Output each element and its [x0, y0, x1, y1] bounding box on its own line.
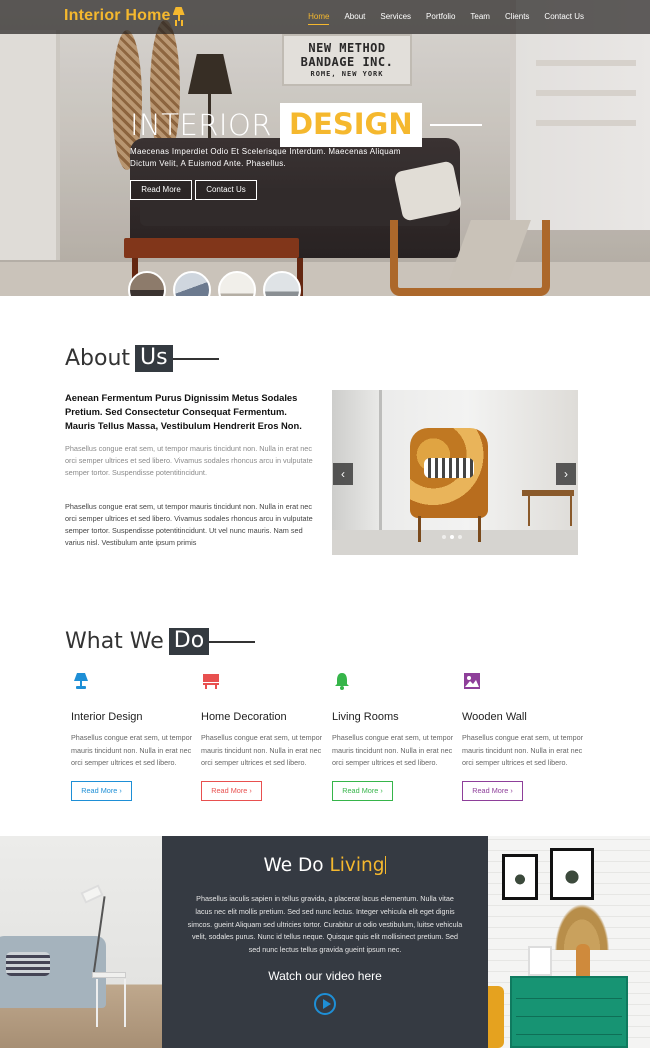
service-card-interior-design: Interior Design Phasellus congue erat se… [71, 672, 196, 802]
photo-green-dresser [510, 976, 628, 1048]
heading-line [209, 640, 256, 643]
service-text: Phasellus congue erat sem, ut tempor mau… [462, 733, 584, 768]
living-heading: We Do Living [162, 855, 488, 876]
about-heading: About Us [65, 345, 219, 372]
living-heading-b: Living [329, 855, 385, 876]
slide-side-table [522, 490, 574, 526]
service-read-more-button[interactable]: Read More › [332, 781, 393, 802]
about-image-slider: ‹ › [332, 390, 578, 555]
brand-name: Interior Home [64, 7, 171, 24]
bell-icon [335, 673, 349, 690]
about-paragraph-1: Phasellus congue erat sem, ut tempor mau… [65, 444, 313, 477]
hero-thumbnail-4[interactable] [263, 271, 301, 296]
read-more-button[interactable]: Read More [130, 180, 192, 200]
living-photo-left [0, 836, 162, 1048]
about-heading-a: About [65, 346, 131, 371]
service-title: Home Decoration [201, 711, 287, 723]
typing-cursor [385, 856, 387, 874]
photo-wall-frame [550, 848, 594, 900]
service-read-more-button[interactable]: Read More › [201, 781, 262, 802]
photo-desk-lamp [80, 884, 104, 904]
service-card-home-decoration: Home Decoration Phasellus congue erat se… [201, 672, 326, 802]
hero-thumbnail-1[interactable] [128, 271, 166, 296]
brand-logo[interactable]: Interior Home [64, 7, 185, 25]
hero-title: INTERIOR DESIGN [130, 103, 482, 147]
living-panel: We Do Living Phasellus iaculis sapien in… [162, 836, 488, 1048]
nav-item-contact[interactable]: Contact Us [544, 12, 584, 21]
about-heading-b: Us [135, 345, 173, 372]
living-heading-a: We Do [263, 855, 324, 876]
slide-chair-leg [478, 516, 481, 542]
service-text: Phasellus congue erat sem, ut tempor mau… [201, 733, 323, 768]
table-icon [203, 674, 219, 689]
service-text: Phasellus congue erat sem, ut tempor mau… [332, 733, 454, 768]
hero-banner: NEW METHOD BANDAGE INC. ROME, NEW YORK I… [0, 0, 650, 296]
nav-item-services[interactable]: Services [380, 12, 411, 21]
image-icon [464, 673, 480, 689]
services-heading-a: What We [65, 629, 164, 654]
hero-thumbnails [128, 271, 301, 296]
video-label: Watch our video here [268, 968, 382, 983]
photo-cushion [6, 952, 50, 976]
living-photo-right [488, 836, 650, 1048]
service-title: Interior Design [71, 711, 143, 723]
service-card-wooden-wall: Wooden Wall Phasellus congue erat sem, u… [462, 672, 587, 802]
photo-yellow-chair [488, 986, 504, 1048]
about-paragraph-2: Phasellus congue erat sem, ut tempor mau… [65, 502, 313, 547]
slide-chair-leg [418, 516, 421, 542]
living-section: We Do Living Phasellus iaculis sapien in… [0, 836, 650, 1048]
top-navbar: Interior Home Home About Services Portfo… [0, 0, 650, 34]
photo-stool [92, 972, 126, 1027]
nav-item-portfolio[interactable]: Portfolio [426, 12, 455, 21]
living-text: Phasellus iaculis sapien in tellus gravi… [187, 894, 463, 955]
nav-item-clients[interactable]: Clients [505, 12, 529, 21]
slide-cushion [424, 458, 474, 478]
slider-dot-active[interactable] [450, 535, 454, 539]
slide-floor [332, 530, 578, 555]
heading-line [172, 357, 219, 360]
about-lead: Aenean Fermentum Purus Dignissim Metus S… [65, 392, 302, 431]
photo-wall-frame [502, 854, 538, 900]
lamp-icon [74, 673, 88, 689]
photo-dried-grass [550, 896, 614, 950]
main-menu: Home About Services Portfolio Team Clien… [293, 12, 584, 25]
hero-title-b: DESIGN [279, 103, 422, 147]
service-read-more-button[interactable]: Read More › [462, 781, 523, 802]
contact-us-button[interactable]: Contact Us [195, 180, 257, 200]
slider-dot[interactable] [442, 535, 446, 539]
hero-title-line [429, 124, 482, 126]
service-card-living-rooms: Living Rooms Phasellus congue erat sem, … [332, 672, 457, 802]
service-title: Living Rooms [332, 711, 399, 723]
nav-item-team[interactable]: Team [470, 12, 490, 21]
service-text: Phasellus congue erat sem, ut tempor mau… [71, 733, 193, 768]
service-read-more-button[interactable]: Read More › [71, 781, 132, 802]
hero-thumbnail-3[interactable] [218, 271, 256, 296]
hero-thumbnail-2[interactable] [173, 271, 211, 296]
lamp-icon [173, 7, 185, 21]
hero-subtitle: Maecenas Imperdiet Odio Et Scelerisque I… [130, 147, 401, 168]
play-video-icon[interactable] [314, 992, 336, 1015]
slider-dots [442, 535, 462, 539]
slider-prev-button[interactable]: ‹ [333, 463, 353, 485]
service-title: Wooden Wall [462, 711, 527, 723]
slider-dot[interactable] [458, 535, 462, 539]
nav-item-home[interactable]: Home [308, 12, 330, 25]
nav-item-about[interactable]: About [344, 12, 365, 21]
services-heading: What We Do [65, 628, 256, 655]
slider-next-button[interactable]: › [556, 463, 576, 485]
hero-title-a: INTERIOR [130, 108, 272, 142]
services-heading-b: Do [168, 628, 210, 655]
photo-small-frame [528, 946, 552, 976]
